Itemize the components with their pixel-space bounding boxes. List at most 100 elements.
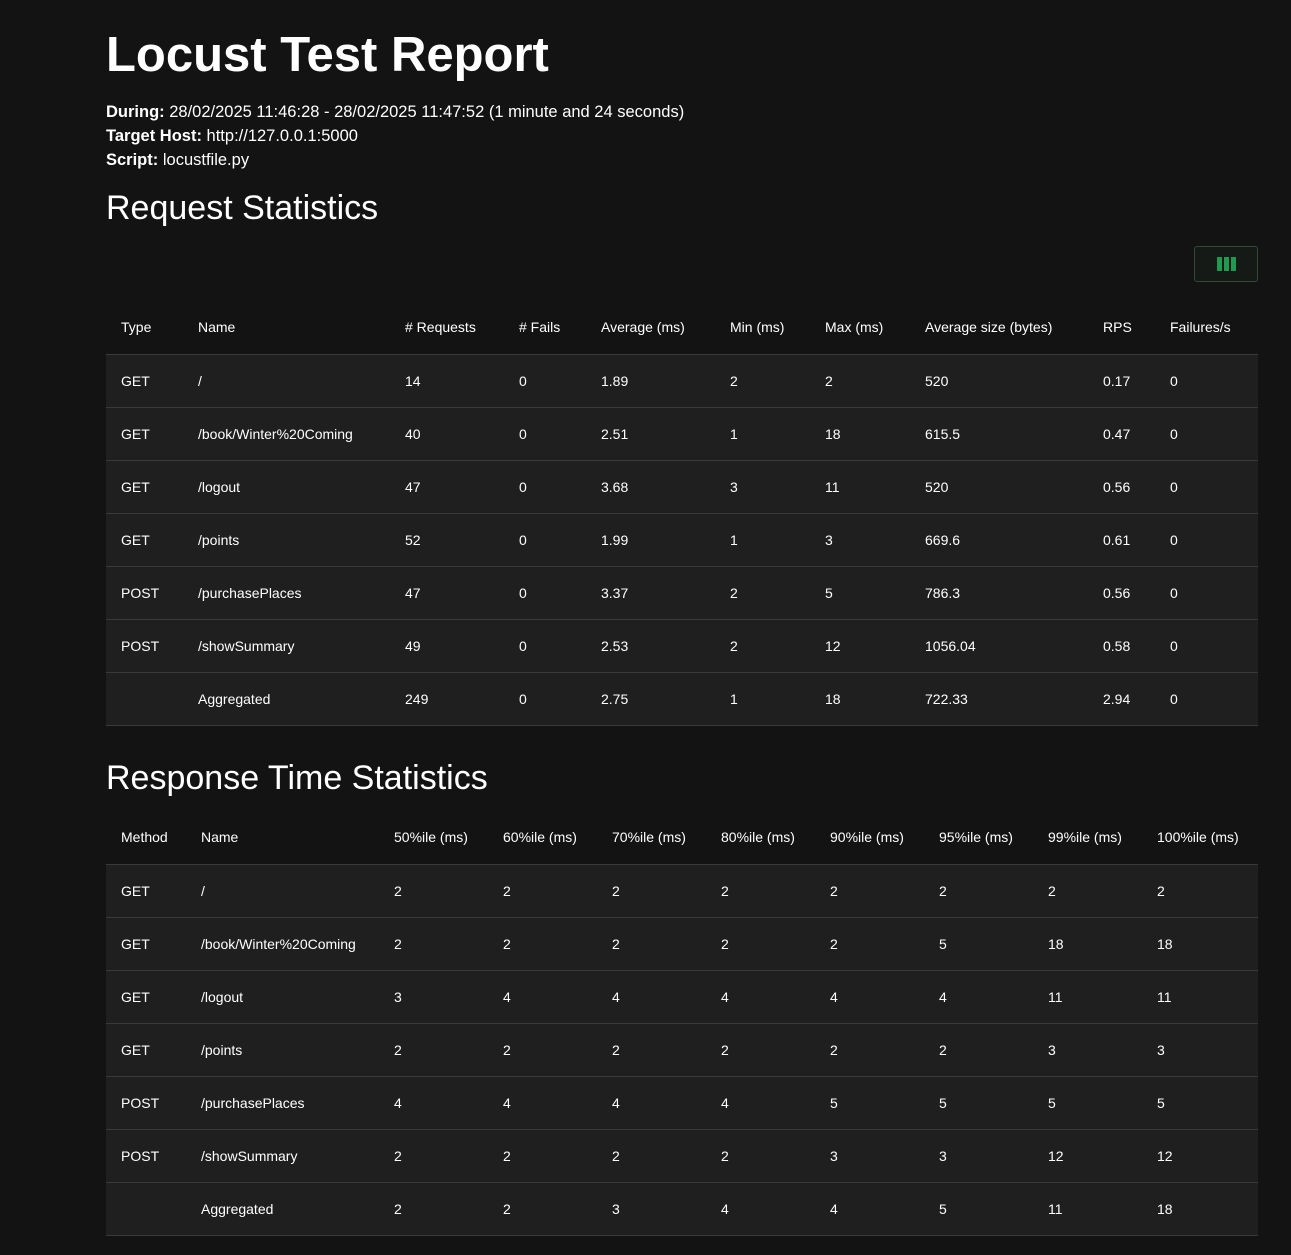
column-header[interactable]: 95%ile (ms) — [924, 809, 1033, 865]
column-header[interactable]: 60%ile (ms) — [488, 809, 597, 865]
table-cell: 0 — [504, 672, 586, 726]
table-cell: 3 — [715, 460, 810, 514]
table-cell: 5 — [1142, 1076, 1258, 1130]
table-row: GET/logout 3 4 4 4 4 4 11 11 — [106, 970, 1258, 1024]
table-cell: 2 — [379, 917, 488, 971]
table-cell: 2 — [379, 1182, 488, 1236]
table-cell: 0 — [1155, 672, 1258, 726]
table-cell: /purchasePlaces — [183, 566, 390, 620]
column-header[interactable]: Name — [186, 809, 379, 865]
column-header[interactable]: Method — [106, 809, 186, 865]
response-time-statistics-table: Method Name 50%ile (ms) 60%ile (ms) 70%ile (… — [106, 809, 1258, 1236]
column-header[interactable]: 99%ile (ms) — [1033, 809, 1142, 865]
table-cell: /points — [186, 1023, 379, 1077]
table-cell: 0 — [504, 354, 586, 408]
column-header[interactable]: Average (ms) — [586, 299, 715, 355]
table-cell: 786.3 — [910, 566, 1088, 620]
column-header[interactable]: Average size (bytes) — [910, 299, 1088, 355]
response-time-statistics-heading: Response Time Statistics — [106, 759, 488, 797]
request-statistics-table: Type Name # Requests # Fails Average (ms) Min… — [106, 299, 1258, 726]
table-cell: 0 — [1155, 460, 1258, 514]
table-cell: 40 — [390, 407, 504, 461]
table-cell: 249 — [390, 672, 504, 726]
column-header[interactable]: Type — [106, 299, 183, 355]
table-cell: 1056.04 — [910, 619, 1088, 673]
table-cell: /showSummary — [183, 619, 390, 673]
table-cell: 18 — [810, 407, 910, 461]
table-cell: 0 — [504, 566, 586, 620]
column-header[interactable]: 100%ile (ms) — [1142, 809, 1258, 865]
table-cell: 4 — [706, 1076, 815, 1130]
table-cell: 5 — [924, 917, 1033, 971]
table-cell: 3 — [810, 513, 910, 567]
table-cell: 2 — [488, 864, 597, 918]
table-cell: 2 — [379, 864, 488, 918]
table-cell: 18 — [1033, 917, 1142, 971]
page-title: Locust Test Report — [106, 28, 549, 82]
table-cell: 2 — [924, 1023, 1033, 1077]
table-cell: /logout — [183, 460, 390, 514]
table-cell: 0.47 — [1088, 407, 1155, 461]
table-row: POST/showSummary 49 0 2.53 2 12 1056.04 0.58 0 — [106, 619, 1258, 673]
table-cell: 0 — [1155, 619, 1258, 673]
table-cell: 3 — [379, 970, 488, 1024]
table-cell: 2 — [815, 917, 924, 971]
table-cell: /purchasePlaces — [186, 1076, 379, 1130]
column-header[interactable]: 90%ile (ms) — [815, 809, 924, 865]
table-row: Aggregated 2 2 3 4 4 5 11 18 — [106, 1182, 1258, 1236]
column-header[interactable]: Max (ms) — [810, 299, 910, 355]
table-cell: 3.68 — [586, 460, 715, 514]
table-cell: 0 — [1155, 513, 1258, 567]
table-cell: 2 — [810, 354, 910, 408]
table-cell: 18 — [810, 672, 910, 726]
table-row: GET/book/Winter%20Coming 40 0 2.51 1 18 615.5 0… — [106, 407, 1258, 461]
table-cell: 4 — [706, 1182, 815, 1236]
table-cell: 2 — [815, 864, 924, 918]
table-cell: Aggregated — [183, 672, 390, 726]
table-cell: 2 — [597, 917, 706, 971]
table-row: POST/showSummary 2 2 2 2 3 3 12 12 — [106, 1129, 1258, 1183]
table-cell: 1.99 — [586, 513, 715, 567]
table-cell: /book/Winter%20Coming — [183, 407, 390, 461]
table-cell: 2 — [715, 619, 810, 673]
column-toggle-button[interactable] — [1194, 246, 1258, 282]
table-cell: 47 — [390, 566, 504, 620]
table-row: GET/logout 47 0 3.68 3 11 520 0.56 0 — [106, 460, 1258, 514]
table-row: POST/purchasePlaces 4 4 4 4 5 5 5 5 — [106, 1076, 1258, 1130]
column-header[interactable]: 80%ile (ms) — [706, 809, 815, 865]
column-header[interactable]: Name — [183, 299, 390, 355]
column-header[interactable]: 70%ile (ms) — [597, 809, 706, 865]
table-cell: /book/Winter%20Coming — [186, 917, 379, 971]
report-page: Locust Test Report During: 28/02/2025 11… — [0, 0, 1291, 1255]
table-cell: 12 — [1142, 1129, 1258, 1183]
table-cell: 4 — [815, 1182, 924, 1236]
table-cell: 2 — [488, 1129, 597, 1183]
table-header-row: Type Name # Requests # Fails Average (ms) Min… — [106, 299, 1258, 355]
table-cell: 11 — [1033, 1182, 1142, 1236]
table-cell: 14 — [390, 354, 504, 408]
table-cell: 2 — [1033, 864, 1142, 918]
column-header[interactable]: Min (ms) — [715, 299, 810, 355]
table-cell: 1 — [715, 672, 810, 726]
table-cell: 4 — [488, 970, 597, 1024]
target-host-row: Target Host: http://127.0.0.1:5000 — [106, 124, 684, 148]
column-header[interactable]: # Requests — [390, 299, 504, 355]
table-cell: 2 — [597, 1023, 706, 1077]
table-cell: 1.89 — [586, 354, 715, 408]
column-header[interactable]: 50%ile (ms) — [379, 809, 488, 865]
table-cell: 2 — [815, 1023, 924, 1077]
table-row: GET/14 0 1.89 2 2 520 0.17 0 — [106, 354, 1258, 408]
table-cell: 5 — [810, 566, 910, 620]
table-cell: 52 — [390, 513, 504, 567]
column-header[interactable]: Failures/s — [1155, 299, 1258, 355]
table-cell: 0.17 — [1088, 354, 1155, 408]
table-header-row: Method Name 50%ile (ms) 60%ile (ms) 70%ile (… — [106, 809, 1258, 865]
table-cell: 0.56 — [1088, 460, 1155, 514]
table-cell: 2 — [488, 917, 597, 971]
table-cell: 5 — [924, 1182, 1033, 1236]
column-header[interactable]: RPS — [1088, 299, 1155, 355]
column-header[interactable]: # Fails — [504, 299, 586, 355]
table-row: Aggregated 249 0 2.75 1 18 722.33 2.94 0 — [106, 672, 1258, 726]
table-cell: 0.56 — [1088, 566, 1155, 620]
table-cell: 4 — [488, 1076, 597, 1130]
